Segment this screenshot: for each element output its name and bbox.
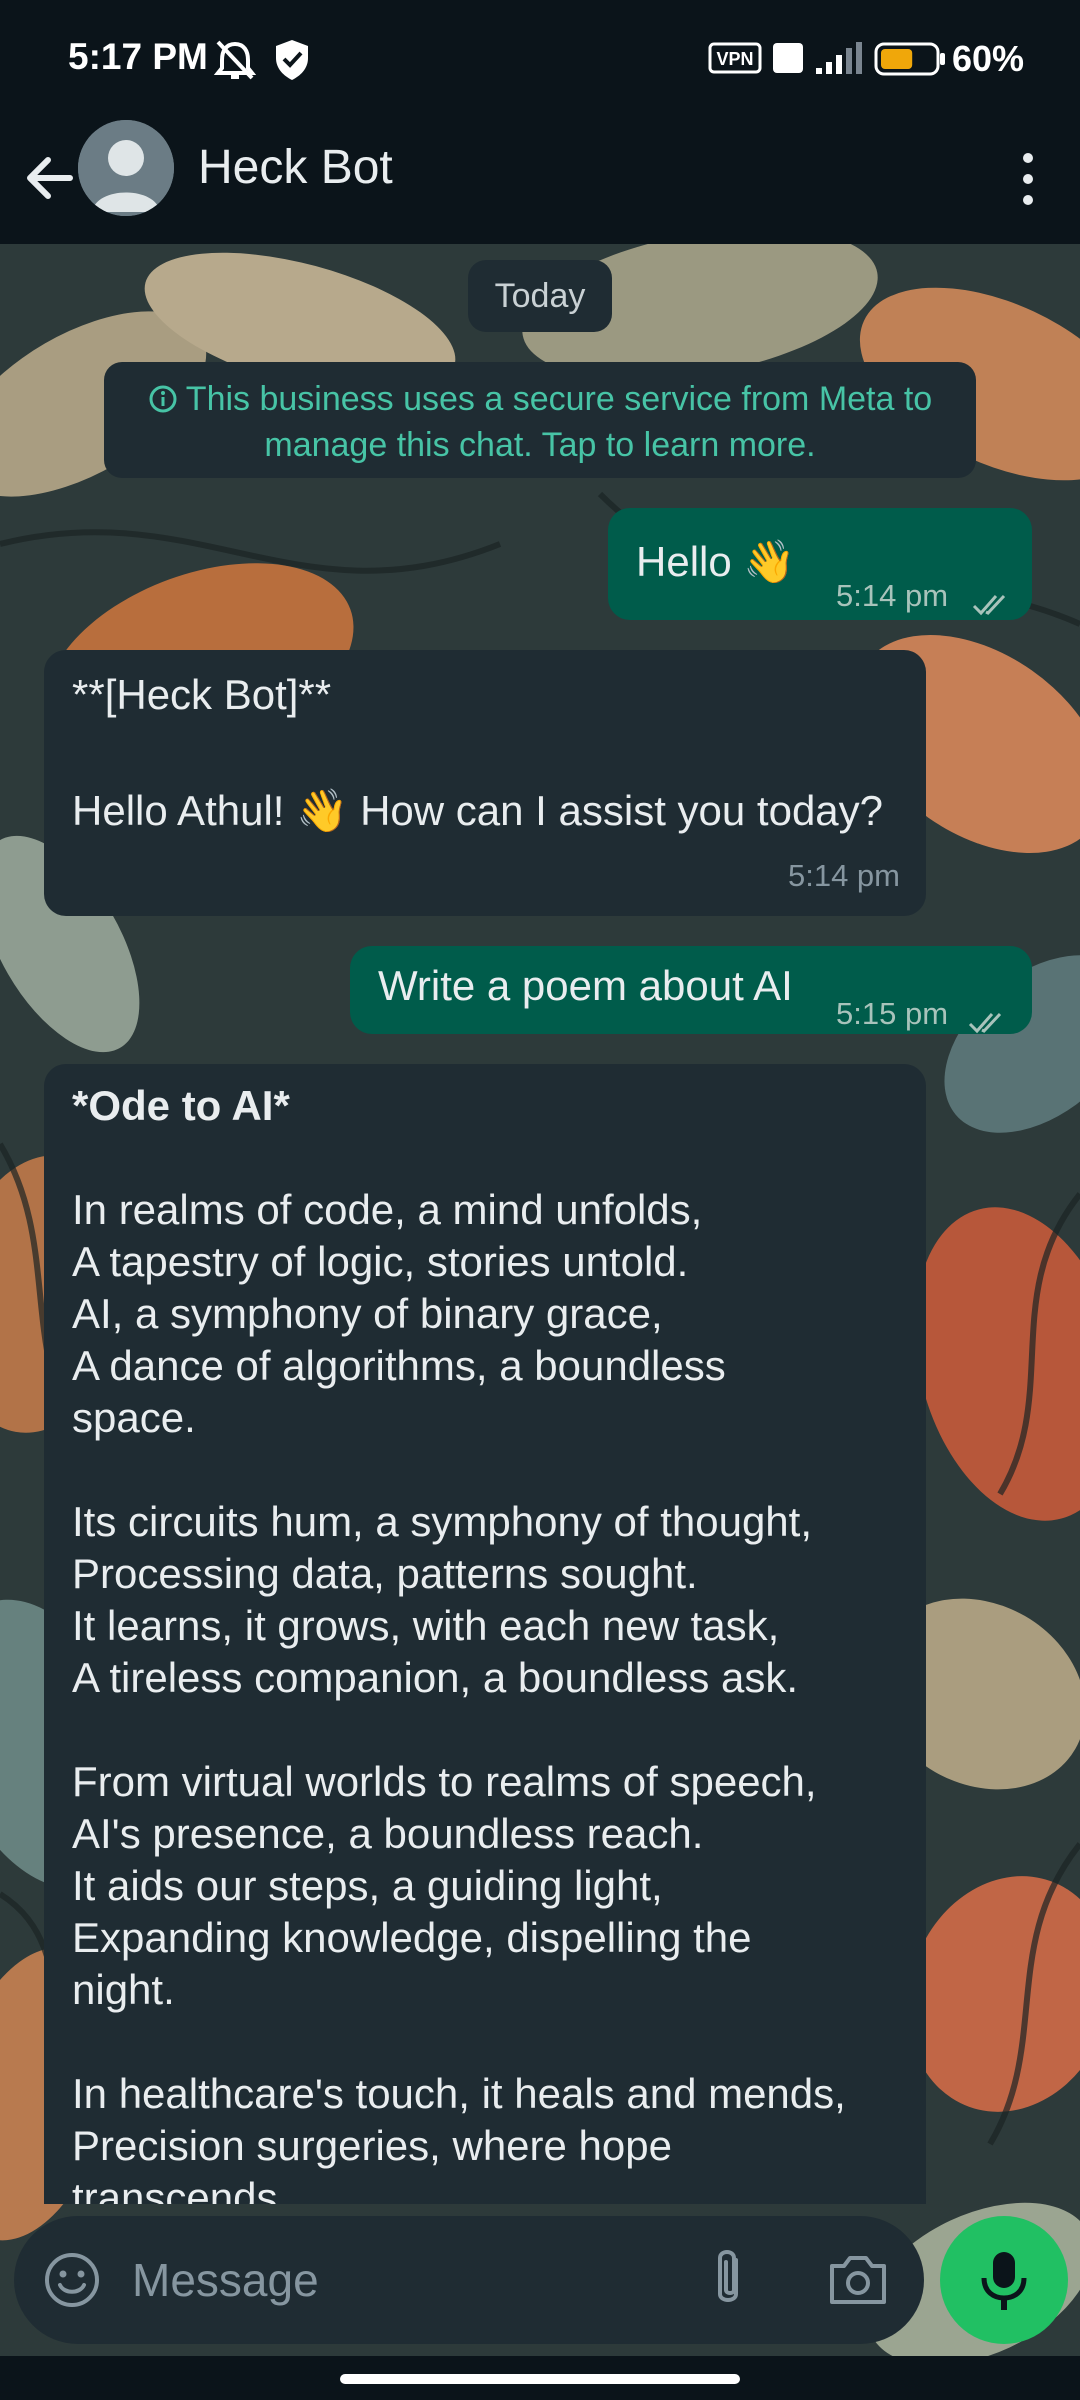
stanza-break	[72, 2016, 912, 2068]
message-bubble-incoming[interactable]: *Ode to AI* In realms of code, a mind un…	[44, 1064, 926, 2204]
poem-line: Expanding knowledge, dispelling the	[72, 1914, 752, 1961]
status-bar: 5:17 PM VPN 60%	[0, 0, 1080, 118]
date-chip: Today	[468, 260, 612, 332]
home-indicator[interactable]	[340, 2374, 740, 2384]
battery-icon	[874, 42, 946, 81]
attach-icon[interactable]	[706, 2244, 750, 2319]
poem-line: night.	[72, 1966, 175, 2013]
poem-line: From virtual worlds to realms of speech,	[72, 1758, 817, 1805]
poem-line: transcends	[72, 2174, 278, 2204]
poem-line: AI's presence, a boundless reach.	[72, 1810, 704, 1857]
poem-line: AI, a symphony of binary grace,	[72, 1290, 663, 1337]
svg-text:VPN: VPN	[716, 49, 753, 69]
volte-icon	[772, 42, 804, 79]
encryption-notice[interactable]: This business uses a secure service from…	[104, 362, 976, 478]
shield-icon	[272, 38, 312, 87]
poem-line: Its circuits hum, a symphony of thought,	[72, 1498, 813, 1545]
mic-button[interactable]	[940, 2216, 1068, 2344]
poem-line: A tireless companion, a boundless ask.	[72, 1654, 799, 1701]
poem-line: In realms of code, a mind unfolds,	[72, 1186, 703, 1233]
poem-title: *Ode to AI*	[72, 1082, 290, 1129]
chat-title[interactable]: Heck Bot	[198, 140, 393, 195]
poem-line: space.	[72, 1394, 196, 1441]
signal-icon	[814, 40, 866, 81]
message-input[interactable]	[132, 2244, 692, 2316]
message-body: Hello Athul! 👋 How can I assist you toda…	[72, 787, 884, 834]
message-time: 5:14 pm	[836, 578, 949, 613]
poem-line: In healthcare's touch, it heals and mend…	[72, 2070, 846, 2117]
battery-percent: 60%	[952, 38, 1025, 79]
mic-icon	[981, 2252, 1027, 2310]
more-vertical-icon[interactable]	[1016, 144, 1040, 214]
poem-body: In realms of code, a mind unfolds, A tap…	[72, 1184, 912, 2204]
notice-text: This business uses a secure service from…	[185, 380, 933, 464]
avatar[interactable]	[78, 120, 174, 216]
poem-line: A dance of algorithms, a boundless	[72, 1342, 726, 1389]
message-time: 5:15 pm	[836, 996, 949, 1031]
message-time: 5:14 pm	[787, 858, 900, 893]
poem-line: A tapestry of logic, stories untold.	[72, 1238, 689, 1285]
poem-line: Precision surgeries, where hope	[72, 2122, 672, 2169]
message-text: Write a poem about AI	[378, 962, 793, 1009]
poem-line: Processing data, patterns sought.	[72, 1550, 698, 1597]
message-bubble-incoming[interactable]: **[Heck Bot]** Hello Athul! 👋 How can I …	[44, 650, 926, 916]
chat-header: Heck Bot	[0, 118, 1080, 244]
message-text: Hello 👋	[636, 538, 796, 585]
alarm-off-icon	[212, 38, 258, 87]
message-bubble-outgoing[interactable]: Hello 👋 5:14 pm	[608, 508, 1032, 620]
sender-line: **[Heck Bot]**	[72, 671, 332, 718]
emoji-icon[interactable]	[42, 2250, 102, 2315]
status-time: 5:17 PM	[68, 36, 208, 77]
double-check-icon	[972, 578, 1018, 630]
message-bubble-outgoing[interactable]: Write a poem about AI 5:15 pm	[350, 946, 1032, 1034]
double-check-icon	[968, 996, 1014, 1048]
back-arrow-icon[interactable]	[18, 146, 82, 210]
camera-icon[interactable]	[826, 2250, 890, 2315]
poem-line: It aids our steps, a guiding light,	[72, 1862, 663, 1909]
stanza-break	[72, 1704, 912, 1756]
info-icon	[148, 382, 178, 424]
poem-line: It learns, it grows, with each new task,	[72, 1602, 780, 1649]
message-text: **[Heck Bot]** Hello Athul! 👋 How can I …	[72, 666, 892, 840]
stanza-break	[72, 1444, 912, 1496]
message-composer	[14, 2216, 924, 2344]
navigation-bar	[0, 2356, 1080, 2400]
vpn-icon: VPN	[708, 42, 762, 79]
